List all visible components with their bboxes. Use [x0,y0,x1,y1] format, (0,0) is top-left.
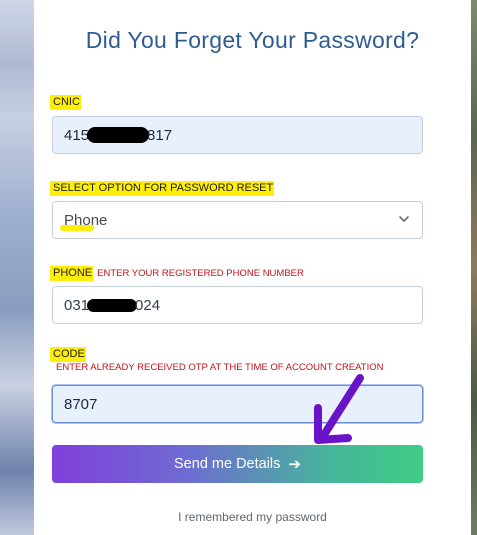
reset-password-card: Did You Forget Your Password? CNIC 415 8… [34,0,471,535]
page: Did You Forget Your Password? CNIC 415 8… [0,0,477,535]
page-title: Did You Forget Your Password? [85,27,420,53]
reset-option-selected-value: Phone [60,212,107,231]
phone-hint: ENTER YOUR REGISTERED PHONE NUMBER [97,268,304,279]
code-hint: ENTER ALREADY RECEIVED OTP AT THE TIME O… [56,362,384,373]
code-label-row: CODE ENTER ALREADY RECEIVED OTP AT THE T… [52,347,412,376]
cnic-label: CNIC [52,95,81,110]
code-value: 8707 [64,395,98,413]
phone-label-row: PHONE ENTER YOUR REGISTERED PHONE NUMBER [52,266,304,282]
reset-option-select[interactable]: Phone [52,201,423,239]
code-label: CODE [52,347,86,362]
send-details-button[interactable]: Send me Details ➔ [52,445,423,483]
cnic-label-row: CNIC [52,95,81,110]
reset-option-label: SELECT OPTION FOR PASSWORD RESET [52,181,275,196]
phone-value-prefix: 031 [64,296,90,314]
phone-value-suffix: 024 [135,296,161,314]
cnic-input[interactable]: 415 817 [52,116,423,154]
code-input[interactable]: 8707 [52,385,423,423]
background-left-strip [0,0,34,535]
background-right-strip [471,0,477,535]
remembered-password-link[interactable]: I remembered my password [34,510,471,524]
chevron-down-icon [399,216,409,222]
send-details-label: Send me Details [174,456,281,472]
phone-input[interactable]: 031 024 [52,286,423,324]
cnic-value-prefix: 415 [64,126,90,144]
arrow-right-icon: ➔ [288,456,301,473]
reset-option-label-row: SELECT OPTION FOR PASSWORD RESET [52,181,275,196]
redaction-mark [87,127,150,143]
cnic-value-suffix: 817 [147,126,173,144]
phone-label: PHONE [52,266,94,281]
redaction-mark [87,298,138,312]
